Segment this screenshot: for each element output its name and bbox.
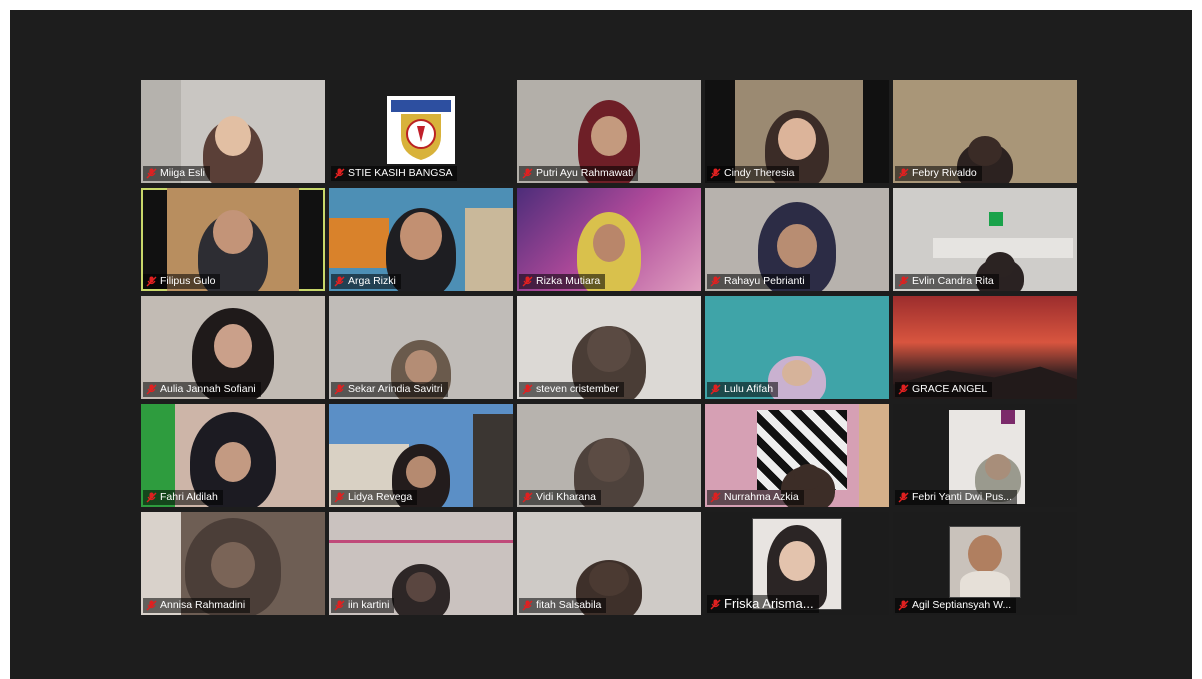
video-tile[interactable]: Aulia Jannah Sofiani	[141, 296, 325, 399]
muted-mic-icon	[146, 492, 157, 503]
participant-name-label: Filipus Gulo	[143, 274, 221, 289]
participant-name-label: Putri Ayu Rahmawati	[519, 166, 639, 181]
video-tile[interactable]: iin kartini	[329, 512, 513, 615]
participant-name-label: Nurrahma Azkia	[707, 490, 804, 505]
video-tile[interactable]: Cindy Theresia	[705, 80, 889, 183]
participant-name-label: STIE KASIH BANGSA	[331, 166, 458, 181]
video-tile[interactable]: Lidya Revega	[329, 404, 513, 507]
video-tile[interactable]: GRACE ANGEL	[893, 296, 1077, 399]
muted-mic-icon	[898, 600, 909, 611]
muted-mic-icon	[898, 168, 909, 179]
video-tile[interactable]: fitah Salsabila	[517, 512, 701, 615]
stie-logo	[387, 96, 455, 164]
muted-mic-icon	[334, 276, 345, 287]
participant-name-label: Febri Yanti Dwi Pus...	[895, 490, 1017, 505]
participant-name-label: Sekar Arindia Savitri	[331, 382, 448, 397]
muted-mic-icon	[898, 276, 909, 287]
video-tile[interactable]: Annisa Rahmadini	[141, 512, 325, 615]
muted-mic-icon	[710, 599, 721, 610]
muted-mic-icon	[146, 600, 157, 611]
video-tile[interactable]: STIE KASIH BANGSA	[329, 80, 513, 183]
video-tile[interactable]: Rizka Mutiara	[517, 188, 701, 291]
participant-name-label: Friska Arisma...	[707, 595, 819, 613]
participant-name-label: Cindy Theresia	[707, 166, 800, 181]
muted-mic-icon	[898, 384, 909, 395]
video-tile[interactable]: Miiga Esli	[141, 80, 325, 183]
participant-name-label: GRACE ANGEL	[895, 382, 993, 397]
participant-name-label: steven cristember	[519, 382, 624, 397]
video-tile[interactable]: Febry Rivaldo	[893, 80, 1077, 183]
video-tile-active-speaker[interactable]: Filipus Gulo	[141, 188, 325, 291]
participant-figure	[203, 116, 263, 183]
participant-name-label: Rizka Mutiara	[519, 274, 606, 289]
participant-name-label: Aulia Jannah Sofiani	[143, 382, 261, 397]
video-tile[interactable]: steven cristember	[517, 296, 701, 399]
participant-name-label: Annisa Rahmadini	[143, 598, 251, 613]
participant-name-label: fitah Salsabila	[519, 598, 607, 613]
video-tile[interactable]: Rahayu Pebrianti	[705, 188, 889, 291]
gallery-grid: Miiga Esli STIE KASIH BANGSA Putri Ayu R…	[141, 80, 1077, 615]
participant-name-label: Fahri Aldilah	[143, 490, 223, 505]
muted-mic-icon	[146, 276, 157, 287]
video-tile[interactable]: Fahri Aldilah	[141, 404, 325, 507]
muted-mic-icon	[146, 384, 157, 395]
muted-mic-icon	[522, 492, 533, 503]
muted-mic-icon	[334, 384, 345, 395]
participant-name-label: Lulu Afifah	[707, 382, 779, 397]
video-tile[interactable]: Putri Ayu Rahmawati	[517, 80, 701, 183]
participant-name-label: Vidi Kharana	[519, 490, 601, 505]
participant-name-label: Lidya Revega	[331, 490, 418, 505]
participant-name-label: Agil Septiansyah W...	[895, 598, 1017, 613]
muted-mic-icon	[522, 384, 533, 395]
profile-photo	[949, 526, 1021, 598]
participant-name-label: Febry Rivaldo	[895, 166, 982, 181]
participant-name-label: Arga Rizki	[331, 274, 401, 289]
muted-mic-icon	[522, 276, 533, 287]
participant-name-label: Evlin Candra Rita	[895, 274, 999, 289]
muted-mic-icon	[334, 168, 345, 179]
video-tile[interactable]: Arga Rizki	[329, 188, 513, 291]
video-tile[interactable]: Lulu Afifah	[705, 296, 889, 399]
muted-mic-icon	[710, 276, 721, 287]
muted-mic-icon	[898, 492, 909, 503]
participant-name-label: Rahayu Pebrianti	[707, 274, 810, 289]
muted-mic-icon	[710, 168, 721, 179]
muted-mic-icon	[334, 492, 345, 503]
participant-figure	[392, 564, 450, 615]
muted-mic-icon	[710, 384, 721, 395]
video-tile[interactable]: Sekar Arindia Savitri	[329, 296, 513, 399]
muted-mic-icon	[146, 168, 157, 179]
video-tile[interactable]: Friska Arisma...	[705, 512, 889, 615]
participant-name-label: Miiga Esli	[143, 166, 210, 181]
muted-mic-icon	[710, 492, 721, 503]
video-tile[interactable]: Agil Septiansyah W...	[893, 512, 1077, 615]
participant-name-label: iin kartini	[331, 598, 395, 613]
video-tile[interactable]: Febri Yanti Dwi Pus...	[893, 404, 1077, 507]
muted-mic-icon	[522, 600, 533, 611]
video-tile[interactable]: Vidi Kharana	[517, 404, 701, 507]
muted-mic-icon	[334, 600, 345, 611]
meeting-window: Miiga Esli STIE KASIH BANGSA Putri Ayu R…	[10, 10, 1192, 679]
video-tile[interactable]: Nurrahma Azkia	[705, 404, 889, 507]
video-tile[interactable]: Evlin Candra Rita	[893, 188, 1077, 291]
muted-mic-icon	[522, 168, 533, 179]
